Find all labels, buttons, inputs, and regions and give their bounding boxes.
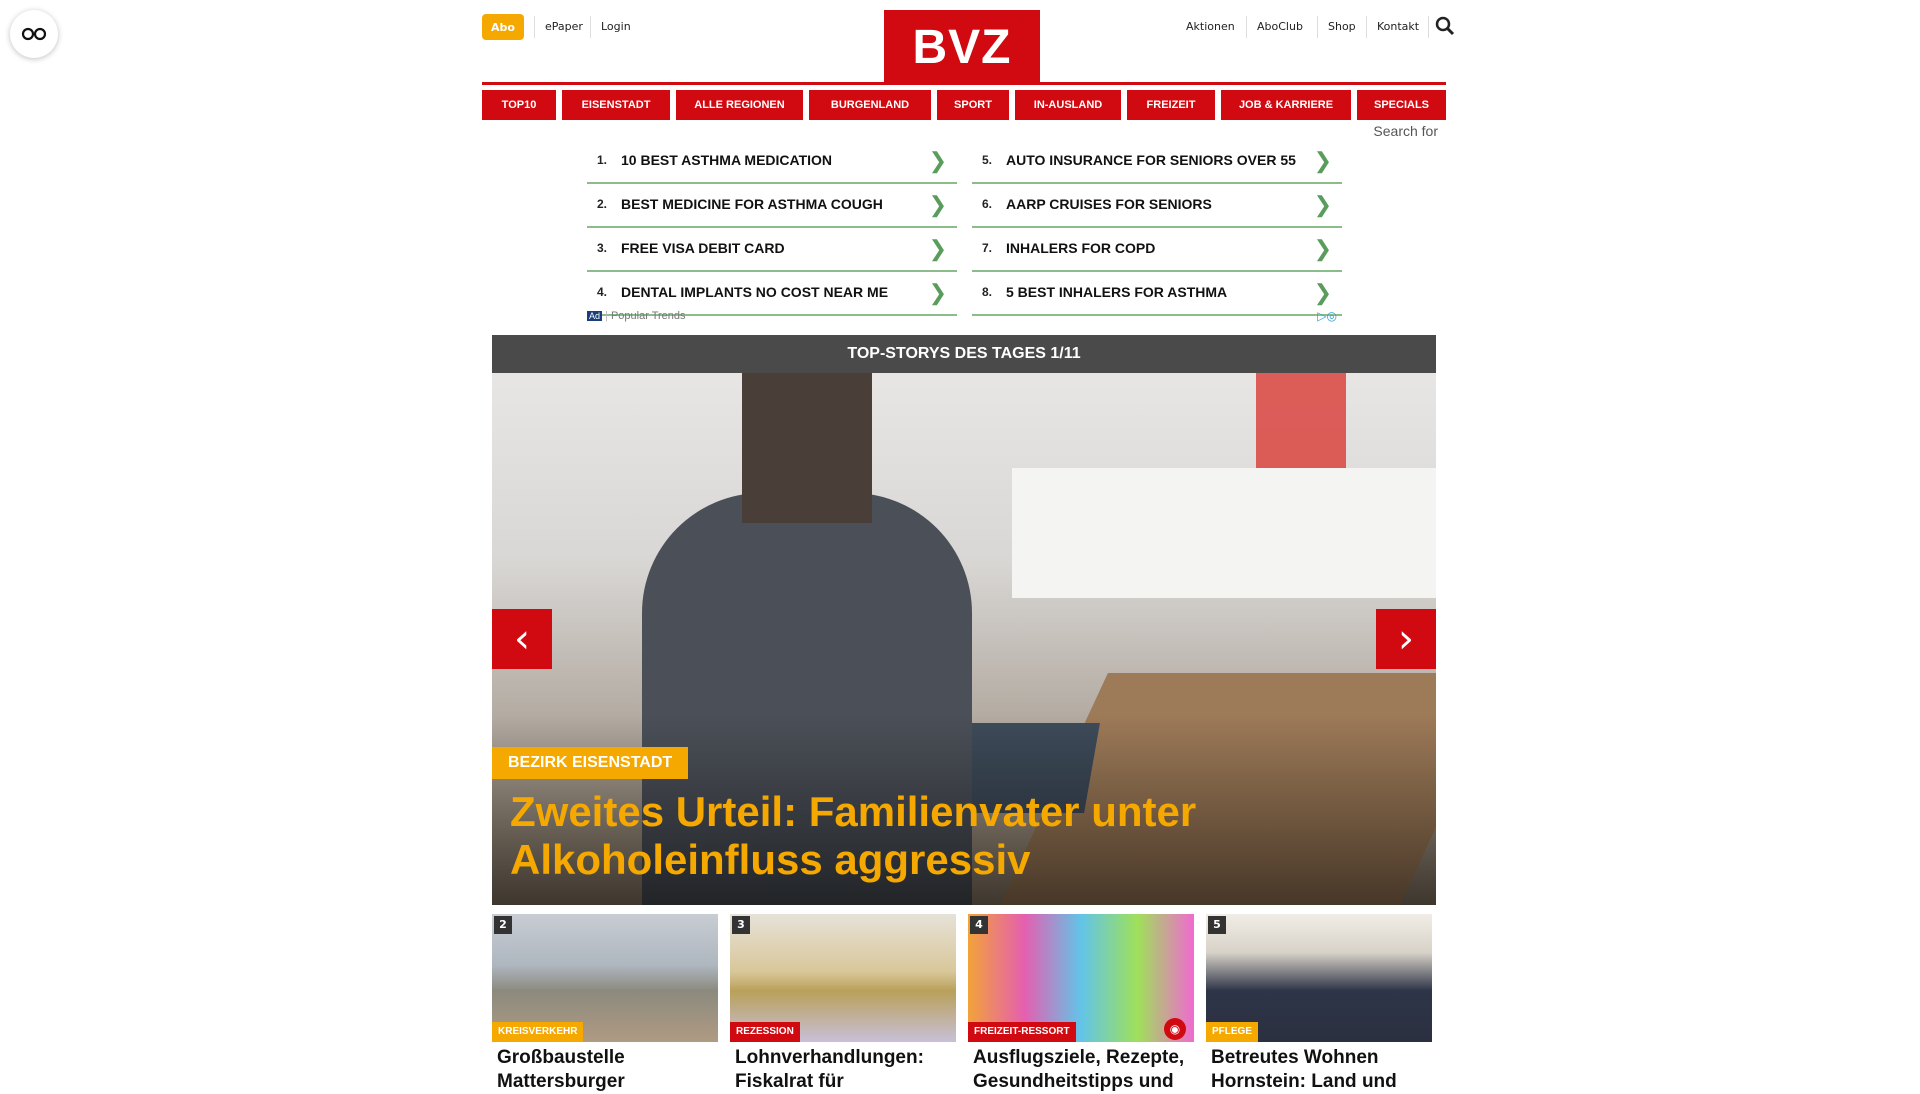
ad-link-text: BEST MEDICINE FOR ASTHMA COUGH (621, 196, 883, 212)
story-rank: 2 (494, 916, 512, 934)
story-cards: 2 KREISVERKEHR Großbaustelle Mattersburg… (492, 914, 1436, 1092)
story-card[interactable]: 4 FREIZEIT-RESSORT ◉ Ausflugsziele, Reze… (968, 914, 1194, 1092)
story-title: Betreutes Wohnen Hornstein: Land und (1211, 1047, 1397, 1092)
story-thumbnail: 5 PFLEGE (1206, 914, 1432, 1042)
header-divider (482, 82, 1446, 85)
ad-link-number: 8. (982, 285, 993, 299)
story-title: Großbaustelle Mattersburger (497, 1047, 625, 1092)
abo-button[interactable]: Abo (482, 14, 524, 40)
epaper-link[interactable]: ePaper (534, 16, 593, 38)
chevron-right-icon: ❯ (1313, 148, 1332, 173)
hero-story[interactable]: ‹ › BEZIRK EISENSTADT Zweites Urteil: Fa… (492, 373, 1436, 905)
story-thumbnail: 4 FREIZEIT-RESSORT ◉ (968, 914, 1194, 1042)
story-rank: 4 (970, 916, 988, 934)
story-card[interactable]: 3 REZESSION Lohnverhandlungen: Fiskalrat… (730, 914, 956, 1092)
ad-link-number: 3. (597, 241, 608, 255)
bvz-logo[interactable]: BVZ (884, 10, 1040, 84)
chevron-right-icon: ❯ (1313, 236, 1332, 261)
chevron-right-icon: ❯ (928, 280, 947, 305)
nav-item-top10[interactable]: TOP10 (482, 90, 556, 120)
ad-link-text: FREE VISA DEBIT CARD (621, 240, 785, 256)
ad-link[interactable]: 6. AARP CRUISES FOR SENIORS ❯ (972, 186, 1342, 228)
ad-link-number: 6. (982, 197, 993, 211)
slider-prev-button[interactable]: ‹ (492, 609, 552, 669)
adchoices-icon[interactable]: ▷◎ (1317, 309, 1337, 323)
chevron-right-icon: ❯ (928, 148, 947, 173)
nav-item-specials[interactable]: SPECIALS (1357, 90, 1446, 120)
ad-column-left: 1. 10 BEST ASTHMA MEDICATION ❯ 2. BEST M… (587, 142, 957, 318)
shop-link[interactable]: Shop (1317, 16, 1366, 38)
aktionen-link[interactable]: Aktionen (1176, 16, 1245, 38)
story-thumbnail: 3 REZESSION (730, 914, 956, 1042)
ad-link-number: 2. (597, 197, 608, 211)
chevron-right-icon: ❯ (1313, 192, 1332, 217)
ad-link-number: 5. (982, 153, 993, 167)
ad-link-number: 1. (597, 153, 608, 167)
reader-mode-button[interactable] (10, 10, 58, 58)
chevron-left-icon: ‹ (514, 616, 530, 662)
story-rank: 5 (1208, 916, 1226, 934)
nav-item-freizeit[interactable]: FREIZEIT (1127, 90, 1215, 120)
top-stories-slider: TOP-STORYS DES TAGES 1/11 ‹ › BEZIRK EIS… (492, 335, 1436, 905)
ad-footer: Ad | Popular Trends ▷◎ (587, 309, 1337, 323)
chevron-right-icon: ❯ (928, 236, 947, 261)
slider-next-button[interactable]: › (1376, 609, 1436, 669)
story-rank: 3 (732, 916, 750, 934)
hero-image-desk (1012, 468, 1436, 598)
ad-column-right: 5. AUTO INSURANCE FOR SENIORS OVER 55 ❯ … (972, 142, 1342, 318)
ad-link-text: AUTO INSURANCE FOR SENIORS OVER 55 (1006, 152, 1296, 168)
ad-link[interactable]: 7. INHALERS FOR COPD ❯ (972, 230, 1342, 272)
ad-link-text: 5 BEST INHALERS FOR ASTHMA (1006, 284, 1228, 300)
chevron-right-icon: ❯ (1313, 280, 1332, 305)
hero-category-tag[interactable]: BEZIRK EISENSTADT (492, 747, 689, 779)
glasses-icon (21, 27, 47, 41)
page: Abo ePaper Login BVZ Aktionen AboClub Sh… (482, 0, 1455, 1092)
ad-link-number: 7. (982, 241, 993, 255)
story-tag: KREISVERKEHR (492, 1022, 584, 1042)
story-title: Ausflugsziele, Rezepte, Gesundheitstipps… (973, 1047, 1185, 1092)
story-tag: REZESSION (730, 1022, 800, 1042)
main-nav: TOP10 EISENSTADT ALLE REGIONEN BURGENLAN… (482, 90, 1446, 120)
nav-item-in-ausland[interactable]: IN-AUSLAND (1015, 90, 1121, 120)
ad-link[interactable]: 3. FREE VISA DEBIT CARD ❯ (587, 230, 957, 272)
search-button[interactable] (1428, 16, 1457, 38)
story-card[interactable]: 2 KREISVERKEHR Großbaustelle Mattersburg… (492, 914, 718, 1092)
ad-provider-label: Popular Trends (610, 310, 686, 322)
ad-link-text: INHALERS FOR COPD (1006, 240, 1156, 256)
search-icon (1435, 16, 1455, 36)
top-stories-heading: TOP-STORYS DES TAGES 1/11 (492, 335, 1436, 373)
nav-item-alle-regionen[interactable]: ALLE REGIONEN (676, 90, 803, 120)
ad-link[interactable]: 5. AUTO INSURANCE FOR SENIORS OVER 55 ❯ (972, 142, 1342, 184)
story-card[interactable]: 5 PFLEGE Betreutes Wohnen Hornstein: Lan… (1206, 914, 1432, 1092)
search-for-label: Search for (1373, 123, 1438, 139)
ad-link-text: DENTAL IMPLANTS NO COST NEAR ME (621, 284, 889, 300)
kontakt-link[interactable]: Kontakt (1366, 16, 1429, 38)
hero-headline[interactable]: Zweites Urteil: Familienvater unter Alko… (510, 788, 1330, 884)
ad-badge: Ad (587, 311, 603, 321)
ad-link[interactable]: 2. BEST MEDICINE FOR ASTHMA COUGH ❯ (587, 186, 957, 228)
ad-link[interactable]: 1. 10 BEST ASTHMA MEDICATION ❯ (587, 142, 957, 184)
nav-item-burgenland[interactable]: BURGENLAND (809, 90, 931, 120)
aboclub-link[interactable]: AboClub (1246, 16, 1313, 38)
camera-icon: ◉ (1164, 1018, 1186, 1040)
nav-item-eisenstadt[interactable]: EISENSTADT (562, 90, 670, 120)
story-tag: PFLEGE (1206, 1022, 1259, 1042)
ad-link-number: 4. (597, 285, 608, 299)
ad-link-text: AARP CRUISES FOR SENIORS (1006, 196, 1212, 212)
hero-image-blurred-face (742, 373, 872, 523)
chevron-right-icon: ❯ (928, 192, 947, 217)
nav-item-sport[interactable]: SPORT (937, 90, 1009, 120)
chevron-right-icon: › (1398, 616, 1414, 662)
story-title: Lohnverhandlungen: Fiskalrat für (735, 1047, 924, 1092)
story-tag: FREIZEIT-RESSORT (968, 1022, 1076, 1042)
login-link[interactable]: Login (590, 16, 641, 38)
story-thumbnail: 2 KREISVERKEHR (492, 914, 718, 1042)
ad-link-text: 10 BEST ASTHMA MEDICATION (621, 152, 833, 168)
nav-item-job-karriere[interactable]: JOB & KARRIERE (1221, 90, 1351, 120)
